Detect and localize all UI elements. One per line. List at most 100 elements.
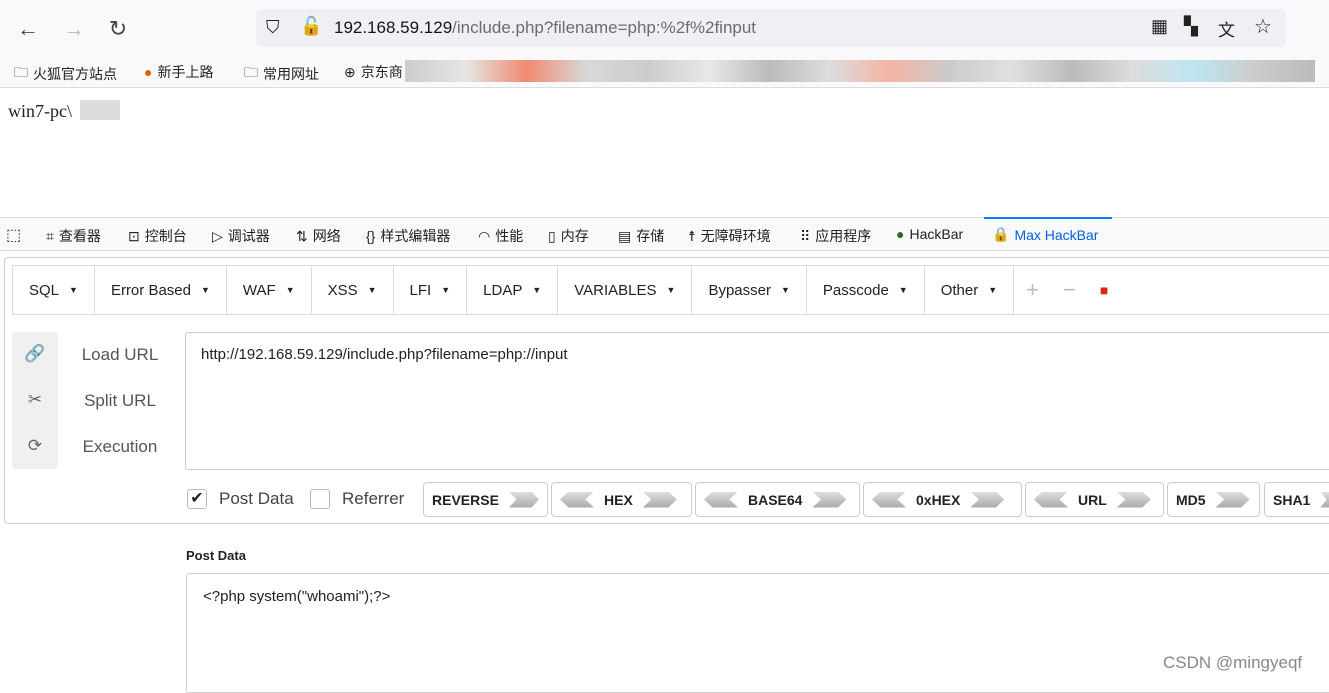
- address-bar[interactable]: ⛉ 🔓 192.168.59.129/include.php?filename=…: [256, 9, 1286, 47]
- menu-label: Bypasser: [708, 281, 771, 299]
- sha1-button[interactable]: SHA1: [1264, 482, 1329, 517]
- tab-label: 内存: [560, 228, 589, 244]
- hex-button[interactable]: HEX: [551, 482, 692, 517]
- nav-bar: ← → ↻ ⛉ 🔓 192.168.59.129/include.php?fil…: [0, 0, 1329, 56]
- menu-xss[interactable]: XSS ▼: [312, 266, 394, 314]
- caret-down-icon: ▼: [285, 285, 295, 295]
- caret-down-icon: ▼: [988, 285, 998, 295]
- selected-tab-indicator: [984, 217, 1112, 219]
- network-icon: ⇅: [296, 227, 308, 244]
- menu-other[interactable]: Other ▼: [925, 266, 1015, 314]
- menu-label: Passcode: [822, 281, 889, 299]
- caret-down-icon: ▼: [69, 285, 78, 295]
- post-data-checkbox[interactable]: ✔: [187, 489, 207, 509]
- plus-icon[interactable]: +: [1014, 266, 1051, 314]
- tab-storage[interactable]: ▤ 存储: [618, 226, 664, 246]
- arrow-right-icon[interactable]: [642, 491, 677, 508]
- tab-label: 网络: [312, 228, 341, 244]
- menu-variables[interactable]: VARIABLES ▼: [558, 266, 693, 314]
- gauge-icon: ◠: [478, 227, 491, 244]
- scissors-icon[interactable]: ✂: [12, 390, 58, 410]
- menu-waf[interactable]: WAF ▼: [227, 266, 312, 314]
- encoder-label: REVERSE: [432, 491, 499, 508]
- console-icon: ⊡: [128, 227, 140, 244]
- encoder-label: BASE64: [748, 491, 803, 508]
- tab-label: 存储: [636, 228, 665, 244]
- arrow-right-icon: [1320, 491, 1329, 508]
- tab-label: 控制台: [144, 228, 187, 244]
- tab-style-editor[interactable]: {} 样式编辑器: [366, 226, 450, 246]
- menu-error-based[interactable]: Error Based ▼: [95, 266, 227, 314]
- extension-icon[interactable]: ▚: [1184, 16, 1198, 37]
- tab-network[interactable]: ⇅ 网络: [296, 226, 341, 246]
- forward-button[interactable]: →: [60, 16, 88, 42]
- menu-ldap[interactable]: LDAP ▼: [467, 266, 559, 314]
- menu-label: Error Based: [110, 281, 191, 299]
- bookmark-item[interactable]: 🗀 火狐官方站点: [14, 62, 117, 86]
- execution-button[interactable]: Execution: [60, 437, 180, 457]
- arrow-left-icon[interactable]: [560, 491, 594, 508]
- menu-lfi[interactable]: LFI ▼: [394, 266, 468, 314]
- menu-passcode[interactable]: Passcode ▼: [807, 266, 925, 314]
- tab-hackbar[interactable]: ● HackBar: [896, 226, 963, 242]
- caret-down-icon: ▼: [898, 285, 908, 295]
- tab-memory[interactable]: ▯ 内存: [548, 226, 589, 246]
- base64-button[interactable]: BASE64: [695, 482, 860, 517]
- menu-sql[interactable]: SQL ▼: [13, 266, 95, 314]
- arrow-left-icon[interactable]: [704, 491, 738, 508]
- hackbar-icon: ●: [896, 226, 905, 242]
- bookmark-item[interactable]: ⊕ 京东商: [344, 62, 403, 82]
- minus-icon[interactable]: −: [1051, 266, 1088, 314]
- folder-icon: 🗀: [14, 64, 28, 80]
- bookmark-item[interactable]: 🗀 常用网址: [244, 62, 319, 86]
- picker-icon[interactable]: ⬚: [6, 225, 21, 245]
- referrer-checkbox[interactable]: [310, 489, 330, 509]
- url-input[interactable]: http://192.168.59.129/include.php?filena…: [185, 332, 1329, 470]
- menu-bypasser[interactable]: Bypasser ▼: [692, 266, 807, 314]
- tab-console[interactable]: ⊡ 控制台: [128, 226, 187, 246]
- china-flag-icon[interactable]: ■: [1088, 266, 1120, 314]
- load-url-button[interactable]: Load URL: [60, 345, 180, 365]
- tab-inspector[interactable]: ⌗ 查看器: [46, 226, 101, 246]
- tab-label: 调试器: [227, 228, 270, 244]
- referrer-label: Referrer: [342, 489, 405, 508]
- tab-accessibility[interactable]: ☨ 无障碍环境: [688, 226, 771, 246]
- bookmark-item[interactable]: ● 新手上路: [144, 62, 213, 82]
- tab-label: HackBar: [909, 226, 964, 242]
- back-button[interactable]: ←: [14, 16, 42, 42]
- encoder-label: MD5: [1176, 491, 1206, 508]
- url-encode-button[interactable]: URL: [1025, 482, 1164, 517]
- arrow-right-icon[interactable]: [1116, 491, 1151, 508]
- translate-icon[interactable]: 文: [1218, 16, 1235, 41]
- tab-performance[interactable]: ◠ 性能: [478, 226, 523, 246]
- bookmark-label: 京东商: [360, 64, 403, 80]
- refresh-icon[interactable]: ⟳: [12, 436, 58, 456]
- insecure-lock-icon[interactable]: 🔓: [300, 16, 322, 37]
- arrow-right-icon[interactable]: [812, 491, 847, 508]
- menu-label: XSS: [327, 281, 358, 299]
- encoder-label: URL: [1078, 491, 1107, 508]
- link-icon[interactable]: 🔗: [12, 344, 58, 364]
- storage-icon: ▤: [618, 227, 632, 244]
- 0xhex-button[interactable]: 0xHEX: [863, 482, 1022, 517]
- arrow-left-icon[interactable]: [1034, 491, 1068, 508]
- split-url-button[interactable]: Split URL: [60, 391, 180, 411]
- encoder-label: 0xHEX: [916, 491, 961, 508]
- tab-application[interactable]: ⠿ 应用程序: [800, 226, 871, 246]
- qr-code-icon[interactable]: ▦: [1151, 16, 1168, 37]
- reverse-button[interactable]: REVERSE: [423, 482, 548, 517]
- post-data-input[interactable]: <?php system("whoami");?>: [186, 573, 1329, 693]
- encoder-label: SHA1: [1273, 491, 1311, 508]
- md5-button[interactable]: MD5: [1167, 482, 1260, 517]
- shield-icon[interactable]: ⛉: [266, 17, 280, 38]
- menu-label: WAF: [242, 281, 276, 299]
- braces-icon: {}: [366, 228, 376, 244]
- tab-max-hackbar[interactable]: 🔒 Max HackBar: [992, 226, 1098, 243]
- arrow-left-icon[interactable]: [872, 491, 906, 508]
- bookmark-star-icon[interactable]: ☆: [1254, 14, 1272, 39]
- arrow-right-icon[interactable]: [970, 491, 1005, 508]
- tab-debugger[interactable]: ▷ 调试器: [212, 226, 270, 246]
- grid-icon: ⠿: [800, 227, 811, 244]
- reload-button[interactable]: ↻: [104, 16, 132, 42]
- firefox-icon: ●: [144, 64, 153, 80]
